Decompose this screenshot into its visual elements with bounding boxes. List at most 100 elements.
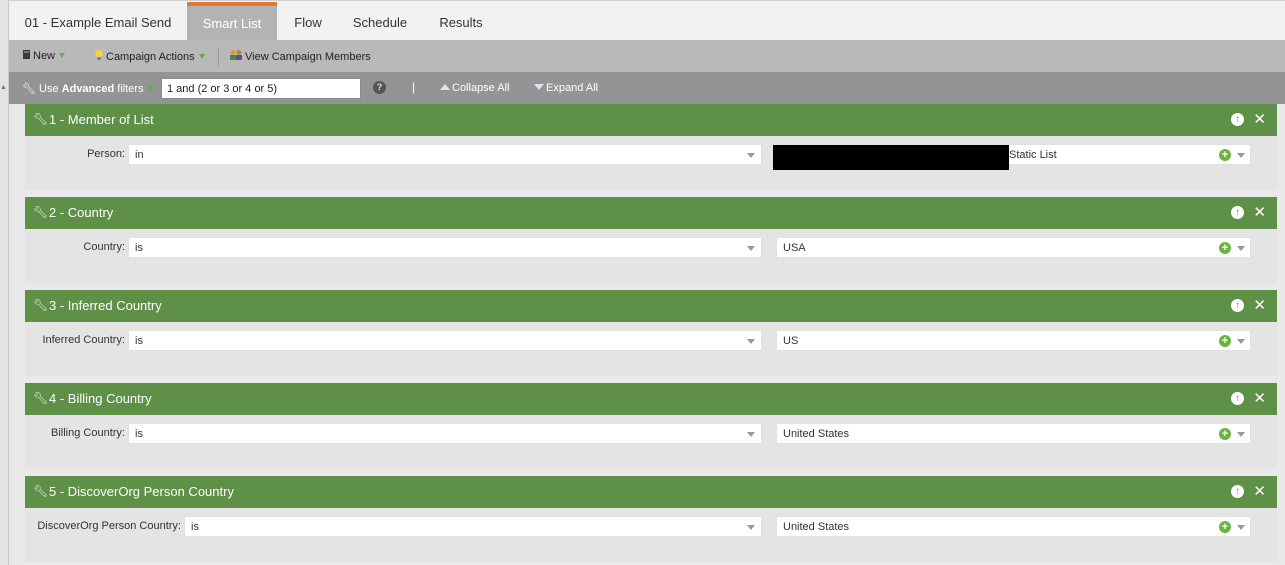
move-up-icon[interactable]: ↑ (1231, 299, 1244, 312)
filter-field-label: Country: (83, 241, 125, 253)
wrench-icon: 🔧︎ (22, 83, 36, 95)
filter-card: 🔧︎ 3 - Inferred Country ↑ ✕ Inferred Cou… (25, 290, 1277, 376)
operator-value: is (135, 242, 143, 254)
tab-smart-list[interactable]: Smart List (187, 2, 277, 41)
move-up-icon[interactable]: ↑ (1231, 392, 1244, 405)
tab-schedule[interactable]: Schedule (339, 2, 421, 41)
value-select[interactable]: United States + (776, 423, 1251, 444)
close-icon[interactable]: ✕ (1253, 296, 1266, 314)
left-gutter: ▲ (0, 0, 9, 565)
value-select[interactable]: USA + (776, 237, 1251, 258)
tab-bar: 01 - Example Email Send Smart List Flow … (9, 0, 1285, 41)
filter-title: 5 - DiscoverOrg Person Country (49, 484, 234, 499)
filter-header[interactable]: 🔧︎ 2 - Country ↑ ✕ (25, 197, 1277, 229)
view-campaign-members-label: View Campaign Members (245, 51, 371, 63)
filter-field-label: Billing Country: (51, 427, 125, 439)
collapse-all-label: Collapse All (452, 82, 510, 94)
chevron-down-icon (747, 153, 755, 158)
filter-header[interactable]: 🔧︎ 3 - Inferred Country ↑ ✕ (25, 290, 1277, 322)
operator-select[interactable]: in (128, 144, 762, 165)
add-icon[interactable]: + (1219, 149, 1231, 161)
filter-card: 🔧︎ 4 - Billing Country ↑ ✕ Billing Count… (25, 383, 1277, 469)
new-label: New (33, 50, 56, 62)
filter-card: 🔧︎ 2 - Country ↑ ✕ Country: is USA + (25, 197, 1277, 283)
filter-field-label: Inferred Country: (42, 334, 125, 346)
wrench-icon: 🔧︎ (33, 205, 49, 219)
move-up-icon[interactable]: ↑ (1231, 113, 1244, 126)
operator-value: in (135, 149, 144, 161)
chevron-down-icon (747, 525, 755, 530)
filter-header[interactable]: 🔧︎ 1 - Member of List ↑ ✕ (25, 104, 1277, 136)
value-text: United States (783, 428, 850, 440)
wrench-icon: 🔧︎ (33, 298, 49, 312)
tab-program-name[interactable]: 01 - Example Email Send (9, 2, 187, 41)
add-icon[interactable]: + (1219, 521, 1231, 533)
chevron-down-icon (747, 432, 755, 437)
value-select[interactable]: US + (776, 330, 1251, 351)
add-icon[interactable]: + (1219, 428, 1231, 440)
close-icon[interactable]: ✕ (1253, 110, 1266, 128)
close-icon[interactable]: ✕ (1253, 389, 1266, 407)
wrench-icon: 🔧︎ (33, 484, 49, 498)
move-up-icon[interactable]: ↑ (1231, 206, 1244, 219)
tab-results[interactable]: Results (421, 2, 501, 41)
toolbar: New Campaign Actions View Campaign Membe… (9, 40, 1285, 72)
tab-flow[interactable]: Flow (277, 2, 339, 41)
filter-field-label: DiscoverOrg Person Country: (37, 520, 181, 532)
filter-logic-input[interactable] (161, 78, 361, 99)
collapse-arrow-icon[interactable]: ▲ (0, 84, 7, 91)
toolbar-divider (218, 47, 219, 66)
value-select[interactable]: United States + (776, 516, 1251, 537)
expand-all-button[interactable]: Expand All (534, 82, 598, 94)
filter-title: 3 - Inferred Country (49, 298, 162, 313)
value-text: USA (783, 242, 806, 254)
value-text: US (783, 335, 799, 347)
wrench-icon: 🔧︎ (33, 391, 49, 405)
chevron-down-icon (747, 339, 755, 344)
operator-select[interactable]: is (184, 516, 762, 537)
campaign-actions-button[interactable]: Campaign Actions (94, 49, 205, 64)
chevron-down-icon (198, 54, 205, 59)
chevron-down-icon (59, 53, 66, 58)
filter-title: 1 - Member of List (49, 112, 154, 127)
chevron-down-icon (1237, 153, 1245, 158)
lightbulb-icon (94, 49, 104, 64)
help-icon[interactable]: ? (373, 81, 386, 94)
value-text: Static List (1009, 149, 1057, 161)
use-label: Use (39, 83, 59, 95)
filter-header[interactable]: 🔧︎ 5 - DiscoverOrg Person Country ↑ ✕ (25, 476, 1277, 508)
wrench-icon: 🔧︎ (33, 112, 49, 126)
view-campaign-members-button[interactable]: View Campaign Members (229, 49, 371, 64)
operator-value: is (191, 521, 199, 533)
operator-select[interactable]: is (128, 330, 762, 351)
collapse-all-button[interactable]: Collapse All (440, 82, 509, 94)
add-icon[interactable]: + (1219, 335, 1231, 347)
collapse-icon (440, 84, 450, 90)
close-icon[interactable]: ✕ (1253, 203, 1266, 221)
redacted-block (773, 145, 1009, 170)
chevron-down-icon (1237, 432, 1245, 437)
operator-select[interactable]: is (128, 423, 762, 444)
new-button[interactable]: New (22, 49, 66, 63)
value-text: United States (783, 521, 850, 533)
expand-icon (534, 84, 544, 90)
chevron-down-icon (747, 246, 755, 251)
chevron-down-icon (1237, 339, 1245, 344)
divider: | (412, 80, 416, 94)
filter-title: 2 - Country (49, 205, 114, 220)
filters-label: filters (117, 83, 144, 95)
move-up-icon[interactable]: ↑ (1231, 485, 1244, 498)
close-icon[interactable]: ✕ (1253, 482, 1266, 500)
chevron-down-icon (1237, 525, 1245, 530)
use-advanced-filters-toggle[interactable]: 🔧︎ Use Advanced filters (22, 82, 154, 95)
value-select[interactable]: Static List + (772, 144, 1251, 170)
filter-title: 4 - Billing Country (49, 391, 152, 406)
filter-field-label: Person: (87, 148, 125, 160)
filter-card: 🔧︎ 5 - DiscoverOrg Person Country ↑ ✕ Di… (25, 476, 1277, 562)
filter-header[interactable]: 🔧︎ 4 - Billing Country ↑ ✕ (25, 383, 1277, 415)
operator-value: is (135, 335, 143, 347)
add-icon[interactable]: + (1219, 242, 1231, 254)
operator-select[interactable]: is (128, 237, 762, 258)
filter-bar: 🔧︎ Use Advanced filters ? | Collapse All… (9, 72, 1285, 104)
advanced-label: Advanced (61, 83, 115, 95)
